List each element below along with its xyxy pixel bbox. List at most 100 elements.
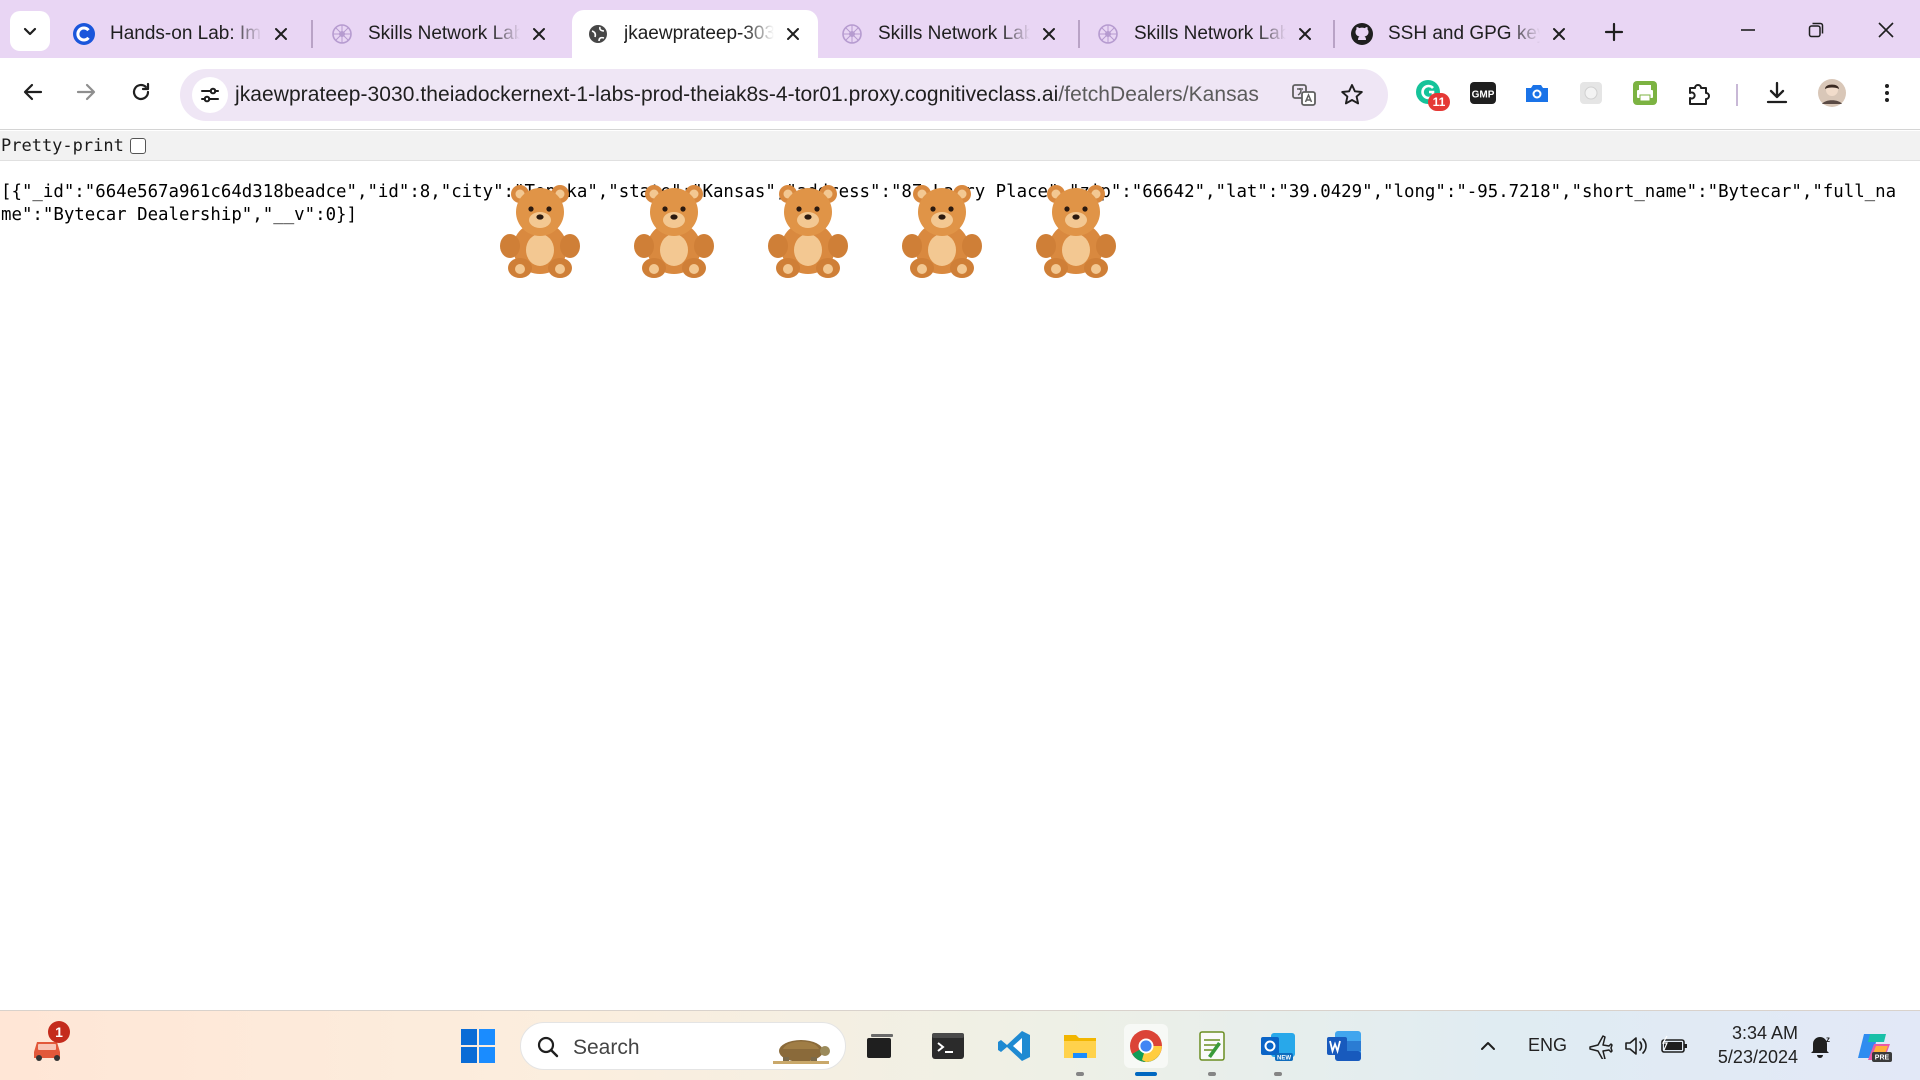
minimize-button[interactable] bbox=[1718, 8, 1778, 52]
profile-button[interactable] bbox=[1815, 76, 1849, 110]
chevron-down-icon bbox=[23, 27, 37, 36]
translate-button[interactable] bbox=[1290, 81, 1318, 109]
copilot-button[interactable]: PRE bbox=[1852, 1024, 1896, 1068]
bear-shape bbox=[768, 185, 848, 278]
word-icon bbox=[1327, 1031, 1361, 1061]
taskbar-search-box[interactable]: Search bbox=[520, 1022, 846, 1070]
tab-hands-on-lab[interactable]: Hands-on Lab: Implement bbox=[58, 10, 306, 58]
windows-logo-icon bbox=[461, 1029, 495, 1063]
airplane-icon bbox=[1589, 1035, 1613, 1059]
tab-skills-network-1[interactable]: Skills Network Labs bbox=[316, 10, 564, 58]
bear-shape bbox=[1036, 185, 1116, 278]
close-icon[interactable] bbox=[270, 23, 292, 45]
battery-button[interactable] bbox=[1652, 1024, 1696, 1068]
skills-network-icon bbox=[1096, 22, 1120, 46]
language-indicator[interactable]: ENG bbox=[1528, 1035, 1567, 1056]
task-view-button[interactable] bbox=[858, 1024, 902, 1068]
pretty-print-checkbox[interactable] bbox=[129, 137, 146, 154]
speaker-icon bbox=[1625, 1037, 1647, 1055]
running-indicator bbox=[1208, 1072, 1216, 1076]
terminal-app[interactable] bbox=[926, 1024, 970, 1068]
svg-text:NEW: NEW bbox=[1277, 1056, 1291, 1062]
outlook-icon: NEW bbox=[1261, 1033, 1295, 1062]
close-window-button[interactable] bbox=[1856, 8, 1916, 52]
running-indicator bbox=[1135, 1072, 1157, 1076]
url-host: jkaewprateep-3030.theiadockernext-1-labs… bbox=[235, 83, 1059, 106]
chevron-up-icon bbox=[1481, 1042, 1495, 1050]
bookmark-button[interactable] bbox=[1338, 81, 1366, 109]
camera-icon bbox=[1526, 85, 1548, 102]
outlook-app[interactable]: NEW bbox=[1256, 1024, 1300, 1076]
widgets-button[interactable]: 1 bbox=[26, 1021, 70, 1068]
tab-fetch-dealers[interactable]: jkaewprateep-3030.theiadockernext bbox=[572, 10, 818, 58]
pretty-print-bar: Pretty-print bbox=[0, 131, 1920, 161]
tab-skills-network-2[interactable]: Skills Network Labs bbox=[826, 10, 1074, 58]
skills-network-icon bbox=[840, 22, 864, 46]
search-highlight-turtle-icon bbox=[773, 1040, 830, 1064]
tab-separator bbox=[311, 20, 313, 48]
bell-snooze-icon: z bbox=[1811, 1035, 1830, 1058]
teddy-bear-icon bbox=[768, 185, 848, 278]
file-explorer-app[interactable] bbox=[1058, 1024, 1102, 1076]
clock[interactable]: 3:34 AM 5/23/2024 bbox=[1706, 1021, 1798, 1073]
notifications-button[interactable]: z bbox=[1798, 1024, 1842, 1068]
close-icon[interactable] bbox=[782, 23, 804, 45]
search-icon bbox=[537, 1036, 559, 1058]
extension-badge: 11 bbox=[1428, 93, 1450, 111]
teddy-bear-icon bbox=[1036, 185, 1116, 278]
running-indicator bbox=[1274, 1072, 1282, 1076]
teddy-bear-icon bbox=[500, 185, 580, 278]
battery-icon bbox=[1661, 1035, 1687, 1053]
folder-icon bbox=[1064, 1035, 1096, 1058]
close-icon[interactable] bbox=[1548, 23, 1570, 45]
site-info-button[interactable] bbox=[192, 77, 228, 113]
running-indicator bbox=[1076, 1072, 1084, 1076]
extensions-menu-button[interactable] bbox=[1682, 76, 1716, 110]
start-button[interactable] bbox=[456, 1024, 500, 1068]
chrome-menu-button[interactable] bbox=[1870, 76, 1904, 110]
minimize-icon bbox=[1741, 29, 1755, 31]
close-icon[interactable] bbox=[1038, 23, 1060, 45]
chrome-app[interactable] bbox=[1124, 1024, 1168, 1076]
svg-text:PRE: PRE bbox=[1875, 1055, 1890, 1062]
vscode-app[interactable] bbox=[992, 1024, 1036, 1068]
address-bar[interactable]: jkaewprateep-3030.theiadockernext-1-labs… bbox=[180, 69, 1388, 121]
restore-button[interactable] bbox=[1786, 8, 1846, 52]
show-hidden-icons-button[interactable] bbox=[1466, 1024, 1510, 1068]
restore-icon bbox=[1808, 22, 1824, 38]
extension-printer-button[interactable] bbox=[1628, 76, 1662, 110]
extension-generic-button[interactable] bbox=[1574, 76, 1608, 110]
extension-gmp-button[interactable]: GMP bbox=[1466, 76, 1500, 110]
tab-strip: Hands-on Lab: Implement Skills Network L… bbox=[0, 0, 1920, 58]
search-placeholder: Search bbox=[573, 1036, 640, 1059]
extension-screenshot-button[interactable] bbox=[1520, 76, 1554, 110]
tab-skills-network-3[interactable]: Skills Network Labs bbox=[1082, 10, 1330, 58]
puzzle-placeholder-icon bbox=[1580, 82, 1602, 104]
clock-date: 5/23/2024 bbox=[1717, 1047, 1798, 1067]
close-icon[interactable] bbox=[528, 23, 550, 45]
notification-badge: 1 bbox=[48, 1021, 70, 1043]
back-button[interactable] bbox=[13, 72, 53, 112]
reload-button[interactable] bbox=[121, 72, 161, 112]
terminal-icon bbox=[932, 1033, 964, 1059]
skills-network-icon bbox=[330, 22, 354, 46]
extension-grammar-button[interactable]: 11 bbox=[1412, 76, 1450, 111]
close-icon[interactable] bbox=[1294, 23, 1316, 45]
tab-search-button[interactable] bbox=[10, 11, 50, 51]
notepad-app[interactable] bbox=[1190, 1024, 1234, 1076]
browser-toolbar: jkaewprateep-3030.theiadockernext-1-labs… bbox=[0, 58, 1920, 130]
close-icon bbox=[1878, 22, 1894, 38]
tune-icon bbox=[201, 87, 219, 103]
plus-icon bbox=[1604, 22, 1624, 42]
forward-button[interactable] bbox=[66, 72, 106, 112]
cognitiveclass-icon bbox=[72, 22, 96, 46]
new-tab-button[interactable] bbox=[1596, 14, 1632, 50]
downloads-button[interactable] bbox=[1760, 76, 1794, 110]
more-vert-icon bbox=[1885, 84, 1889, 102]
clock-time: 3:34 AM bbox=[1731, 1023, 1798, 1043]
tab-ssh-gpg-keys[interactable]: SSH and GPG keys bbox=[1336, 10, 1584, 58]
word-app[interactable] bbox=[1322, 1024, 1366, 1068]
globe-icon bbox=[586, 22, 610, 46]
teddy-bear-icon bbox=[634, 185, 714, 278]
reload-icon bbox=[132, 82, 150, 101]
